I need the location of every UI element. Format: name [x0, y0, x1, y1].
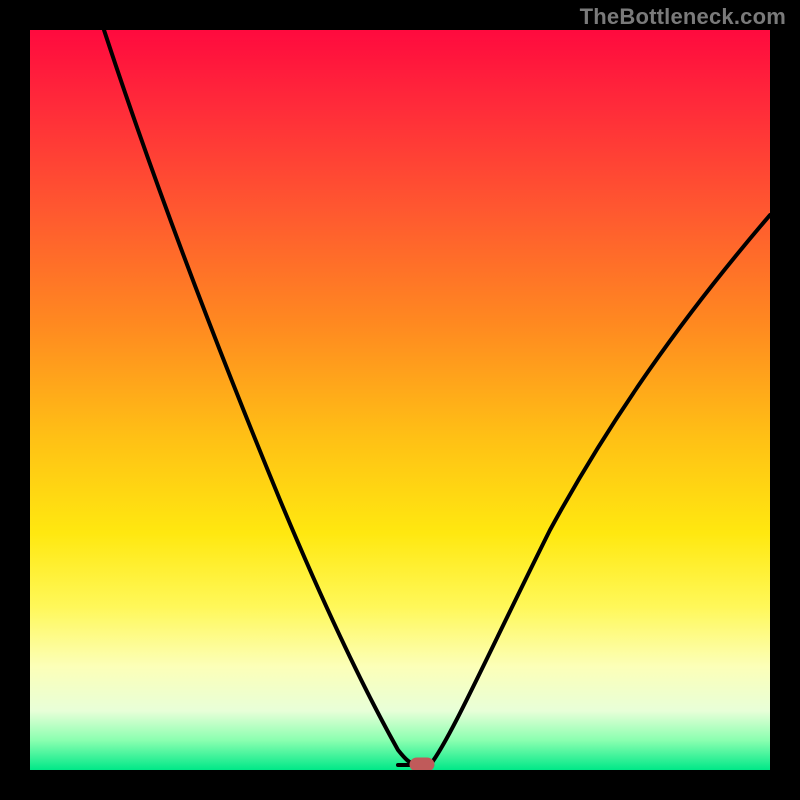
minimum-marker [410, 758, 434, 770]
curve-layer [30, 30, 770, 770]
plot-area [30, 30, 770, 770]
right-branch-curve [430, 215, 770, 765]
left-branch-curve [104, 30, 418, 765]
chart-frame: TheBottleneck.com [0, 0, 800, 800]
watermark-text: TheBottleneck.com [580, 4, 786, 30]
